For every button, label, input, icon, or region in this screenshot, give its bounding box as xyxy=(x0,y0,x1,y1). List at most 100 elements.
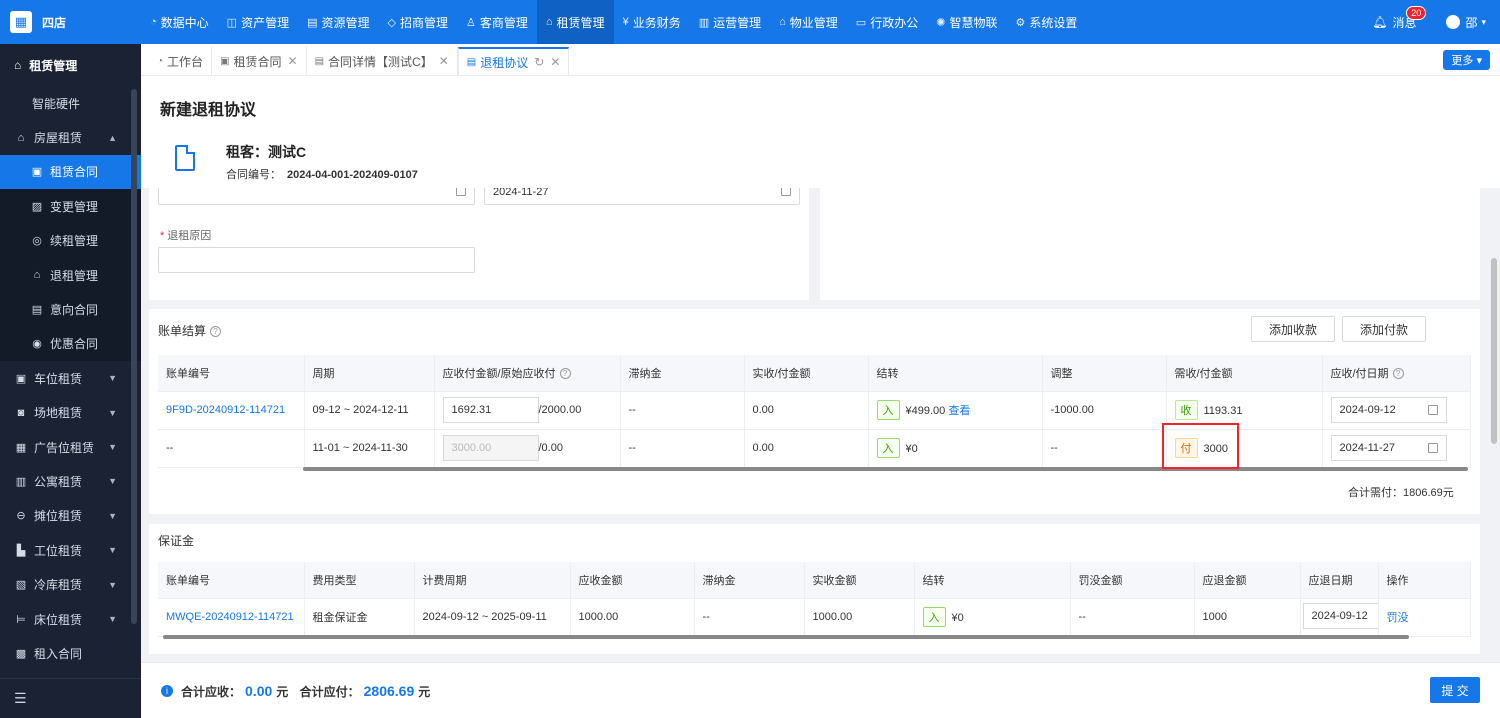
topnav-admin[interactable]: ▭ 行政办公 xyxy=(847,0,927,44)
sidebar-item-parking[interactable]: ▣ 车位租赁 ▼ xyxy=(0,361,141,395)
deposit-panel: 保证金 账单编号 费用类型 计费周期 应收金额 滞纳金 实收金额 结转 罚没金额… xyxy=(149,524,1480,654)
tab-lease-contract[interactable]: ▣ 租赁合同 ✕ xyxy=(212,47,307,75)
reason-label: * 退租原因 xyxy=(160,230,212,242)
user-name: 邵 xyxy=(1465,15,1478,30)
forfeit-link[interactable]: 罚没 xyxy=(1387,612,1409,624)
dashboard-icon: ◔ xyxy=(157,55,164,67)
cold-storage-icon: ▧ xyxy=(15,579,27,592)
topnav-operation[interactable]: ▥ 运营管理 xyxy=(690,0,770,44)
table-row: MWQE-20240912-114721 租金保证金 2024-09-12 ~ … xyxy=(158,598,1471,637)
help-icon[interactable]: ? xyxy=(559,368,571,380)
amount-input[interactable]: 1692.31 xyxy=(442,397,539,423)
collapse-sidebar-button[interactable]: ☰ xyxy=(0,678,141,718)
messages-button[interactable]: 🔔︎ 消息 20 xyxy=(1372,5,1427,31)
home-icon: ⌂ xyxy=(14,58,22,72)
highlight-box xyxy=(1162,423,1239,469)
sidebar-item-renew[interactable]: ◎ 续租管理 xyxy=(0,223,141,258)
help-icon[interactable]: ? xyxy=(210,326,222,338)
tab-workbench[interactable]: ◔ 工作台 xyxy=(149,47,213,75)
col-late-fee: 滞纳金 xyxy=(620,355,745,392)
topnav-merchant[interactable]: ♙ 客商管理 xyxy=(457,0,537,44)
dashboard-icon: ◔ xyxy=(150,16,157,28)
sidebar-item-stall[interactable]: ⊖ 摊位租赁 ▼ xyxy=(0,499,141,533)
gear-icon: ⚙ xyxy=(1015,16,1026,29)
sidebar-item-ad[interactable]: ▦ 广告位租赁 ▼ xyxy=(0,430,141,464)
billing-scrollbar[interactable] xyxy=(303,467,1468,471)
app-logo[interactable]: ▦ 四店 xyxy=(0,0,141,44)
reason-input[interactable] xyxy=(158,247,475,273)
page-header: 新建退租协议 租客：测试C 合同编号： 2024-04-001-202409-01… xyxy=(141,76,1500,188)
due-date-input[interactable]: 2024-11-27 xyxy=(1330,435,1447,461)
topnav-property[interactable]: ⌂ 物业管理 xyxy=(770,0,847,44)
exit-icon: ⌂ xyxy=(33,269,41,282)
sidebar-item-terminate[interactable]: ⌂ 退租管理 xyxy=(0,257,141,293)
col-paid: 实收/付金额 xyxy=(744,355,869,392)
sidebar-item-workstation[interactable]: ▙ 工位租赁 ▼ xyxy=(0,533,141,567)
bill-id-link[interactable]: 9F9D-20240912-114721 xyxy=(166,404,285,416)
sidebar-item-intent[interactable]: ▤ 意向合同 xyxy=(0,292,141,327)
tab-contract-detail[interactable]: ▤ 合同详情【测试C】 ✕ xyxy=(306,47,458,75)
topnav-resource[interactable]: ▤ 资源管理 xyxy=(298,0,378,44)
deposit-scrollbar[interactable] xyxy=(163,635,1409,639)
refresh-icon[interactable]: ↻ xyxy=(534,55,544,69)
billing-panel: 账单结算? 添加收款 添加付款 账单编号 周期 应收付金额/原始应收付? 滞纳金… xyxy=(149,309,1480,514)
topnav-data-center[interactable]: ◔ 数据中心 xyxy=(141,0,218,44)
sidebar-item-bed[interactable]: ⊨ 床位租赁 ▼ xyxy=(0,602,141,636)
header-right: 🔔︎ 消息 20 邵 ▾ xyxy=(1372,0,1500,44)
receive-tag: 收 xyxy=(1174,400,1198,420)
close-icon[interactable]: ✕ xyxy=(550,55,560,69)
sidebar-item-venue[interactable]: ◙ 场地租赁 ▼ xyxy=(0,396,141,430)
close-icon[interactable]: ✕ xyxy=(288,54,298,68)
tenant-name: 租客：测试C xyxy=(226,144,307,160)
user-menu[interactable]: 邵 ▾ xyxy=(1446,14,1486,31)
topnav-iot[interactable]: ✺ 智慧物联 xyxy=(927,0,1006,44)
sidebar-item-lease-contract[interactable]: ▣ 租赁合同 xyxy=(0,154,141,190)
billing-table: 账单编号 周期 应收付金额/原始应收付? 滞纳金 实收/付金额 结转 调整 需收… xyxy=(158,355,1471,468)
col-carry: 结转 xyxy=(868,355,1043,392)
logo-text: 四店 xyxy=(42,15,67,30)
person-icon: ♙ xyxy=(466,16,476,29)
submit-button[interactable]: 提 交 xyxy=(1430,677,1480,703)
topnav-asset[interactable]: ◫ 资产管理 xyxy=(218,0,298,44)
add-payment-button[interactable]: 添加付款 xyxy=(1342,316,1426,342)
lease-in-icon: ▩ xyxy=(15,647,27,660)
sidebar-item-change[interactable]: ▨ 变更管理 xyxy=(0,189,141,224)
edit-icon: ▨ xyxy=(31,200,43,213)
help-icon[interactable]: ? xyxy=(1392,368,1404,380)
footer-bar: i 合计应收： 0.00 元 合计应付： 2806.69 元 提 交 xyxy=(141,662,1500,718)
bell-icon: 🔔︎ xyxy=(1372,15,1388,29)
add-receipt-button[interactable]: 添加收款 xyxy=(1251,316,1335,342)
contract-number: 合同编号： 2024-04-001-202409-0107 xyxy=(226,169,418,181)
topnav-settings[interactable]: ⚙ 系统设置 xyxy=(1006,0,1086,44)
menu-collapse-icon: ☰ xyxy=(14,690,27,706)
due-date-input[interactable]: 2024-09-12 xyxy=(1330,397,1447,423)
ad-icon: ▦ xyxy=(15,441,27,454)
sidebar-title: ⌂ 租赁管理 xyxy=(0,44,141,86)
view-link[interactable]: 查看 xyxy=(948,405,970,417)
topnav-finance[interactable]: ¥ 业务财务 xyxy=(614,0,690,44)
tab-terminate-agreement[interactable]: ▤ 退租协议 ↻ ✕ xyxy=(457,47,570,75)
col-adjust: 调整 xyxy=(1042,355,1167,392)
apartment-icon: ▥ xyxy=(15,475,27,488)
deposit-id-link[interactable]: MWQE-20240912-114721 xyxy=(166,611,294,623)
payable-amount: 2806.69 xyxy=(363,683,415,699)
refund-date-input[interactable]: 2024-09-12 xyxy=(1302,602,1377,629)
sidebar-item-hardware[interactable]: 智能硬件 xyxy=(0,86,141,121)
sidebar-item-lease-in[interactable]: ▩ 租入合同 xyxy=(0,636,141,670)
sidebar-item-discount[interactable]: ◉ 优惠合同 xyxy=(0,326,141,362)
more-tabs-button[interactable]: 更多 ▾ xyxy=(1443,50,1490,70)
chevron-down-icon: ▾ xyxy=(1476,55,1482,67)
table-row: -- 11-01 ~ 2024-11-30 3000.00/0.00 -- 0.… xyxy=(158,429,1471,468)
sidebar-scrollbar[interactable] xyxy=(131,89,137,624)
sidebar-item-apartment[interactable]: ▥ 公寓租赁 ▼ xyxy=(0,464,141,498)
close-icon[interactable]: ✕ xyxy=(439,54,449,68)
sidebar-item-cold-storage[interactable]: ▧ 冷库租赁 ▼ xyxy=(0,567,141,601)
topnav-investment[interactable]: ◇ 招商管理 xyxy=(379,0,457,44)
page-scrollbar[interactable] xyxy=(1491,258,1497,444)
topnav-lease[interactable]: ⌂ 租赁管理 xyxy=(536,0,614,44)
chevron-down-icon: ▼ xyxy=(108,476,117,487)
table-row: 9F9D-20240912-114721 09-12 ~ 2024-12-11 … xyxy=(158,391,1471,430)
iot-icon: ✺ xyxy=(936,16,946,29)
sidebar-item-house-lease[interactable]: ⌂ 房屋租赁 ▲ xyxy=(0,120,141,154)
col-amount: 应收付金额/原始应收付? xyxy=(434,355,621,392)
